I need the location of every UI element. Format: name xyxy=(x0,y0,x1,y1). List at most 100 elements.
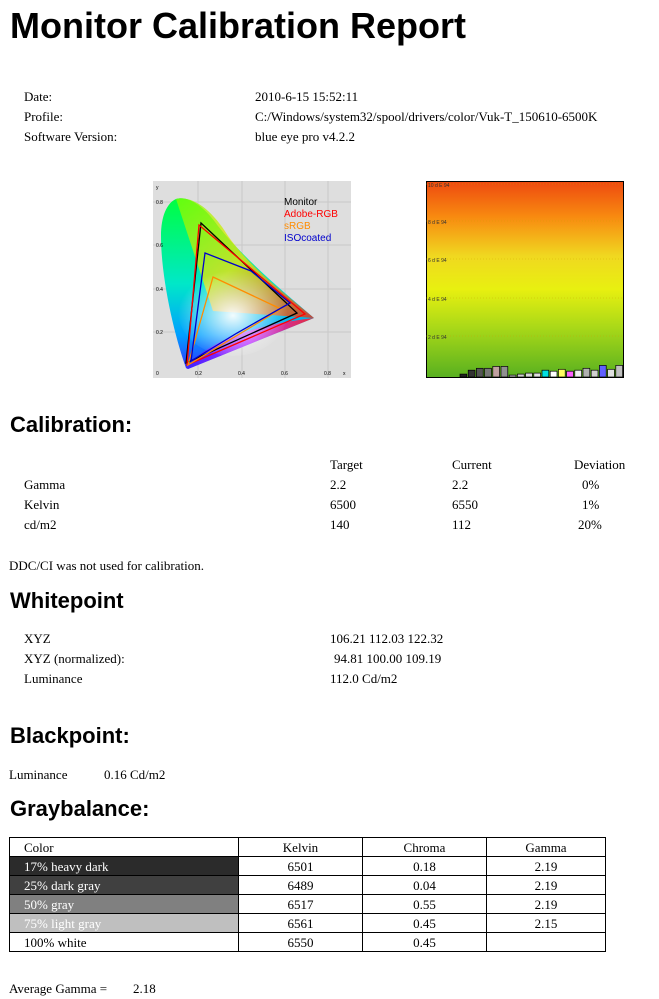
cal-kelvin-target: 6500 xyxy=(330,497,356,512)
software-version-label: Software Version: xyxy=(24,129,118,144)
average-gamma-label: Average Gamma = xyxy=(9,981,108,996)
cell-color: 17% heavy dark xyxy=(9,856,239,876)
x-tick: 0 xyxy=(156,371,159,377)
cell-gamma: 2.19 xyxy=(486,875,606,895)
legend-srgb: sRGB xyxy=(284,221,311,232)
page-title: Monitor Calibration Report xyxy=(10,5,466,46)
col-target: Target xyxy=(330,457,363,472)
cal-luminance-deviation: 20% xyxy=(578,517,602,532)
graybalance-table: Color Kelvin Chroma Gamma 17% heavy dark… xyxy=(9,837,606,952)
ddc-note: DDC/CI was not used for calibration. xyxy=(9,558,204,573)
bp-luminance-label: Luminance xyxy=(9,767,68,782)
cell-gamma: 2.19 xyxy=(486,856,606,876)
date-label: Date: xyxy=(24,89,53,104)
header-kelvin: Kelvin xyxy=(238,837,363,857)
cell-chroma: 0.04 xyxy=(362,875,487,895)
y-tick: 0.8 xyxy=(156,200,163,206)
delta-e-bar xyxy=(574,369,582,378)
cell-color: 75% light gray xyxy=(9,913,239,933)
header-chroma: Chroma xyxy=(362,837,487,857)
col-current: Current xyxy=(452,457,492,472)
delta-e-chart: 10 d E 94 8 d E 94 6 d E 94 4 d E 94 2 d… xyxy=(426,181,624,378)
cal-gamma-label: Gamma xyxy=(24,477,66,492)
table-row: 17% heavy dark 6501 0.18 2.19 xyxy=(9,856,606,876)
legend-monitor: Monitor xyxy=(284,197,318,208)
blackpoint-heading: Blackpoint: xyxy=(10,723,130,748)
col-deviation: Deviation xyxy=(574,457,626,472)
cal-kelvin-current: 6550 xyxy=(452,497,478,512)
profile-label: Profile: xyxy=(24,109,63,124)
table-row: 75% light gray 6561 0.45 2.15 xyxy=(9,913,606,933)
gamut-chart: Monitor Adobe-RGB sRGB ISOcoated y 0.8 0… xyxy=(153,181,351,378)
delta-e-bar xyxy=(492,366,500,378)
y-tick: 0.4 xyxy=(156,287,163,293)
y-tick: 0.6 xyxy=(156,243,163,249)
x-tick: 0.2 xyxy=(195,371,202,377)
cal-gamma-deviation: 0% xyxy=(582,477,600,492)
y-tick: 0.2 xyxy=(156,330,163,336)
delta-e-bar xyxy=(533,372,541,378)
delta-e-tick: 10 d E 94 xyxy=(428,183,450,189)
cell-gamma: 2.15 xyxy=(486,913,606,933)
header-gamma: Gamma xyxy=(486,837,606,857)
header-color: Color xyxy=(9,837,239,857)
delta-e-bar xyxy=(467,369,476,378)
delta-e-background xyxy=(426,181,624,378)
cell-chroma: 0.18 xyxy=(362,856,487,876)
delta-e-bar xyxy=(517,373,525,378)
cal-gamma-target: 2.2 xyxy=(330,477,347,492)
cal-luminance-label: cd/m2 xyxy=(24,517,57,532)
legend-adobe-rgb: Adobe-RGB xyxy=(284,209,338,220)
delta-e-bar xyxy=(558,368,566,378)
cell-kelvin: 6501 xyxy=(238,856,363,876)
cell-gamma xyxy=(486,932,606,952)
cal-gamma-current: 2.2 xyxy=(452,477,469,492)
cell-kelvin: 6489 xyxy=(238,875,363,895)
x-tick: 0.4 xyxy=(238,371,245,377)
table-row: 50% gray 6517 0.55 2.19 xyxy=(9,894,606,914)
cal-luminance-current: 112 xyxy=(452,517,472,532)
delta-e-bar xyxy=(541,369,550,378)
delta-e-bar xyxy=(476,367,484,378)
profile-value: C:/Windows/system32/spool/drivers/color/… xyxy=(255,109,598,124)
delta-e-bar xyxy=(459,373,468,378)
average-gamma-value: 2.18 xyxy=(133,981,156,996)
cell-chroma: 0.45 xyxy=(362,932,487,952)
cell-color: 50% gray xyxy=(9,894,239,914)
wp-xyz-value: 106.21 112.03 122.32 xyxy=(330,631,444,646)
table-row: 25% dark gray 6489 0.04 2.19 xyxy=(9,875,606,895)
wp-xyz-normalized-value: 94.81 100.00 109.19 xyxy=(334,651,442,666)
wp-xyz-normalized-label: XYZ (normalized): xyxy=(24,651,125,666)
wp-luminance-label: Luminance xyxy=(24,671,83,686)
wp-luminance-value: 112.0 Cd/m2 xyxy=(330,671,398,686)
table-row: 100% white 6550 0.45 xyxy=(9,932,606,952)
x-tick: 0.6 xyxy=(281,371,288,377)
whitepoint-heading: Whitepoint xyxy=(10,588,124,613)
cal-kelvin-label: Kelvin xyxy=(24,497,60,512)
delta-e-bar xyxy=(549,370,558,378)
delta-e-bar xyxy=(599,365,607,378)
bp-luminance-value: 0.16 Cd/m2 xyxy=(104,767,166,782)
delta-e-bar xyxy=(566,370,574,378)
delta-e-bar xyxy=(607,368,615,378)
cal-kelvin-deviation: 1% xyxy=(582,497,600,512)
cal-luminance-target: 140 xyxy=(330,517,350,532)
delta-e-bar xyxy=(525,372,533,378)
delta-e-bar xyxy=(484,367,492,378)
delta-e-tick: 8 d E 94 xyxy=(428,220,447,226)
delta-e-bar xyxy=(508,374,517,378)
table-header-row: Color Kelvin Chroma Gamma xyxy=(9,837,606,857)
cell-gamma: 2.19 xyxy=(486,894,606,914)
legend-isocoated: ISOcoated xyxy=(284,233,331,244)
cell-kelvin: 6550 xyxy=(238,932,363,952)
graybalance-heading: Graybalance: xyxy=(10,796,150,821)
x-tick: 0.8 xyxy=(324,371,331,377)
delta-e-bar xyxy=(590,369,599,378)
cell-chroma: 0.55 xyxy=(362,894,487,914)
delta-e-bar xyxy=(582,367,591,378)
cell-chroma: 0.45 xyxy=(362,913,487,933)
delta-e-tick: 4 d E 94 xyxy=(428,297,447,303)
delta-e-bar xyxy=(615,365,623,378)
cell-color: 100% white xyxy=(9,932,239,952)
cell-kelvin: 6561 xyxy=(238,913,363,933)
